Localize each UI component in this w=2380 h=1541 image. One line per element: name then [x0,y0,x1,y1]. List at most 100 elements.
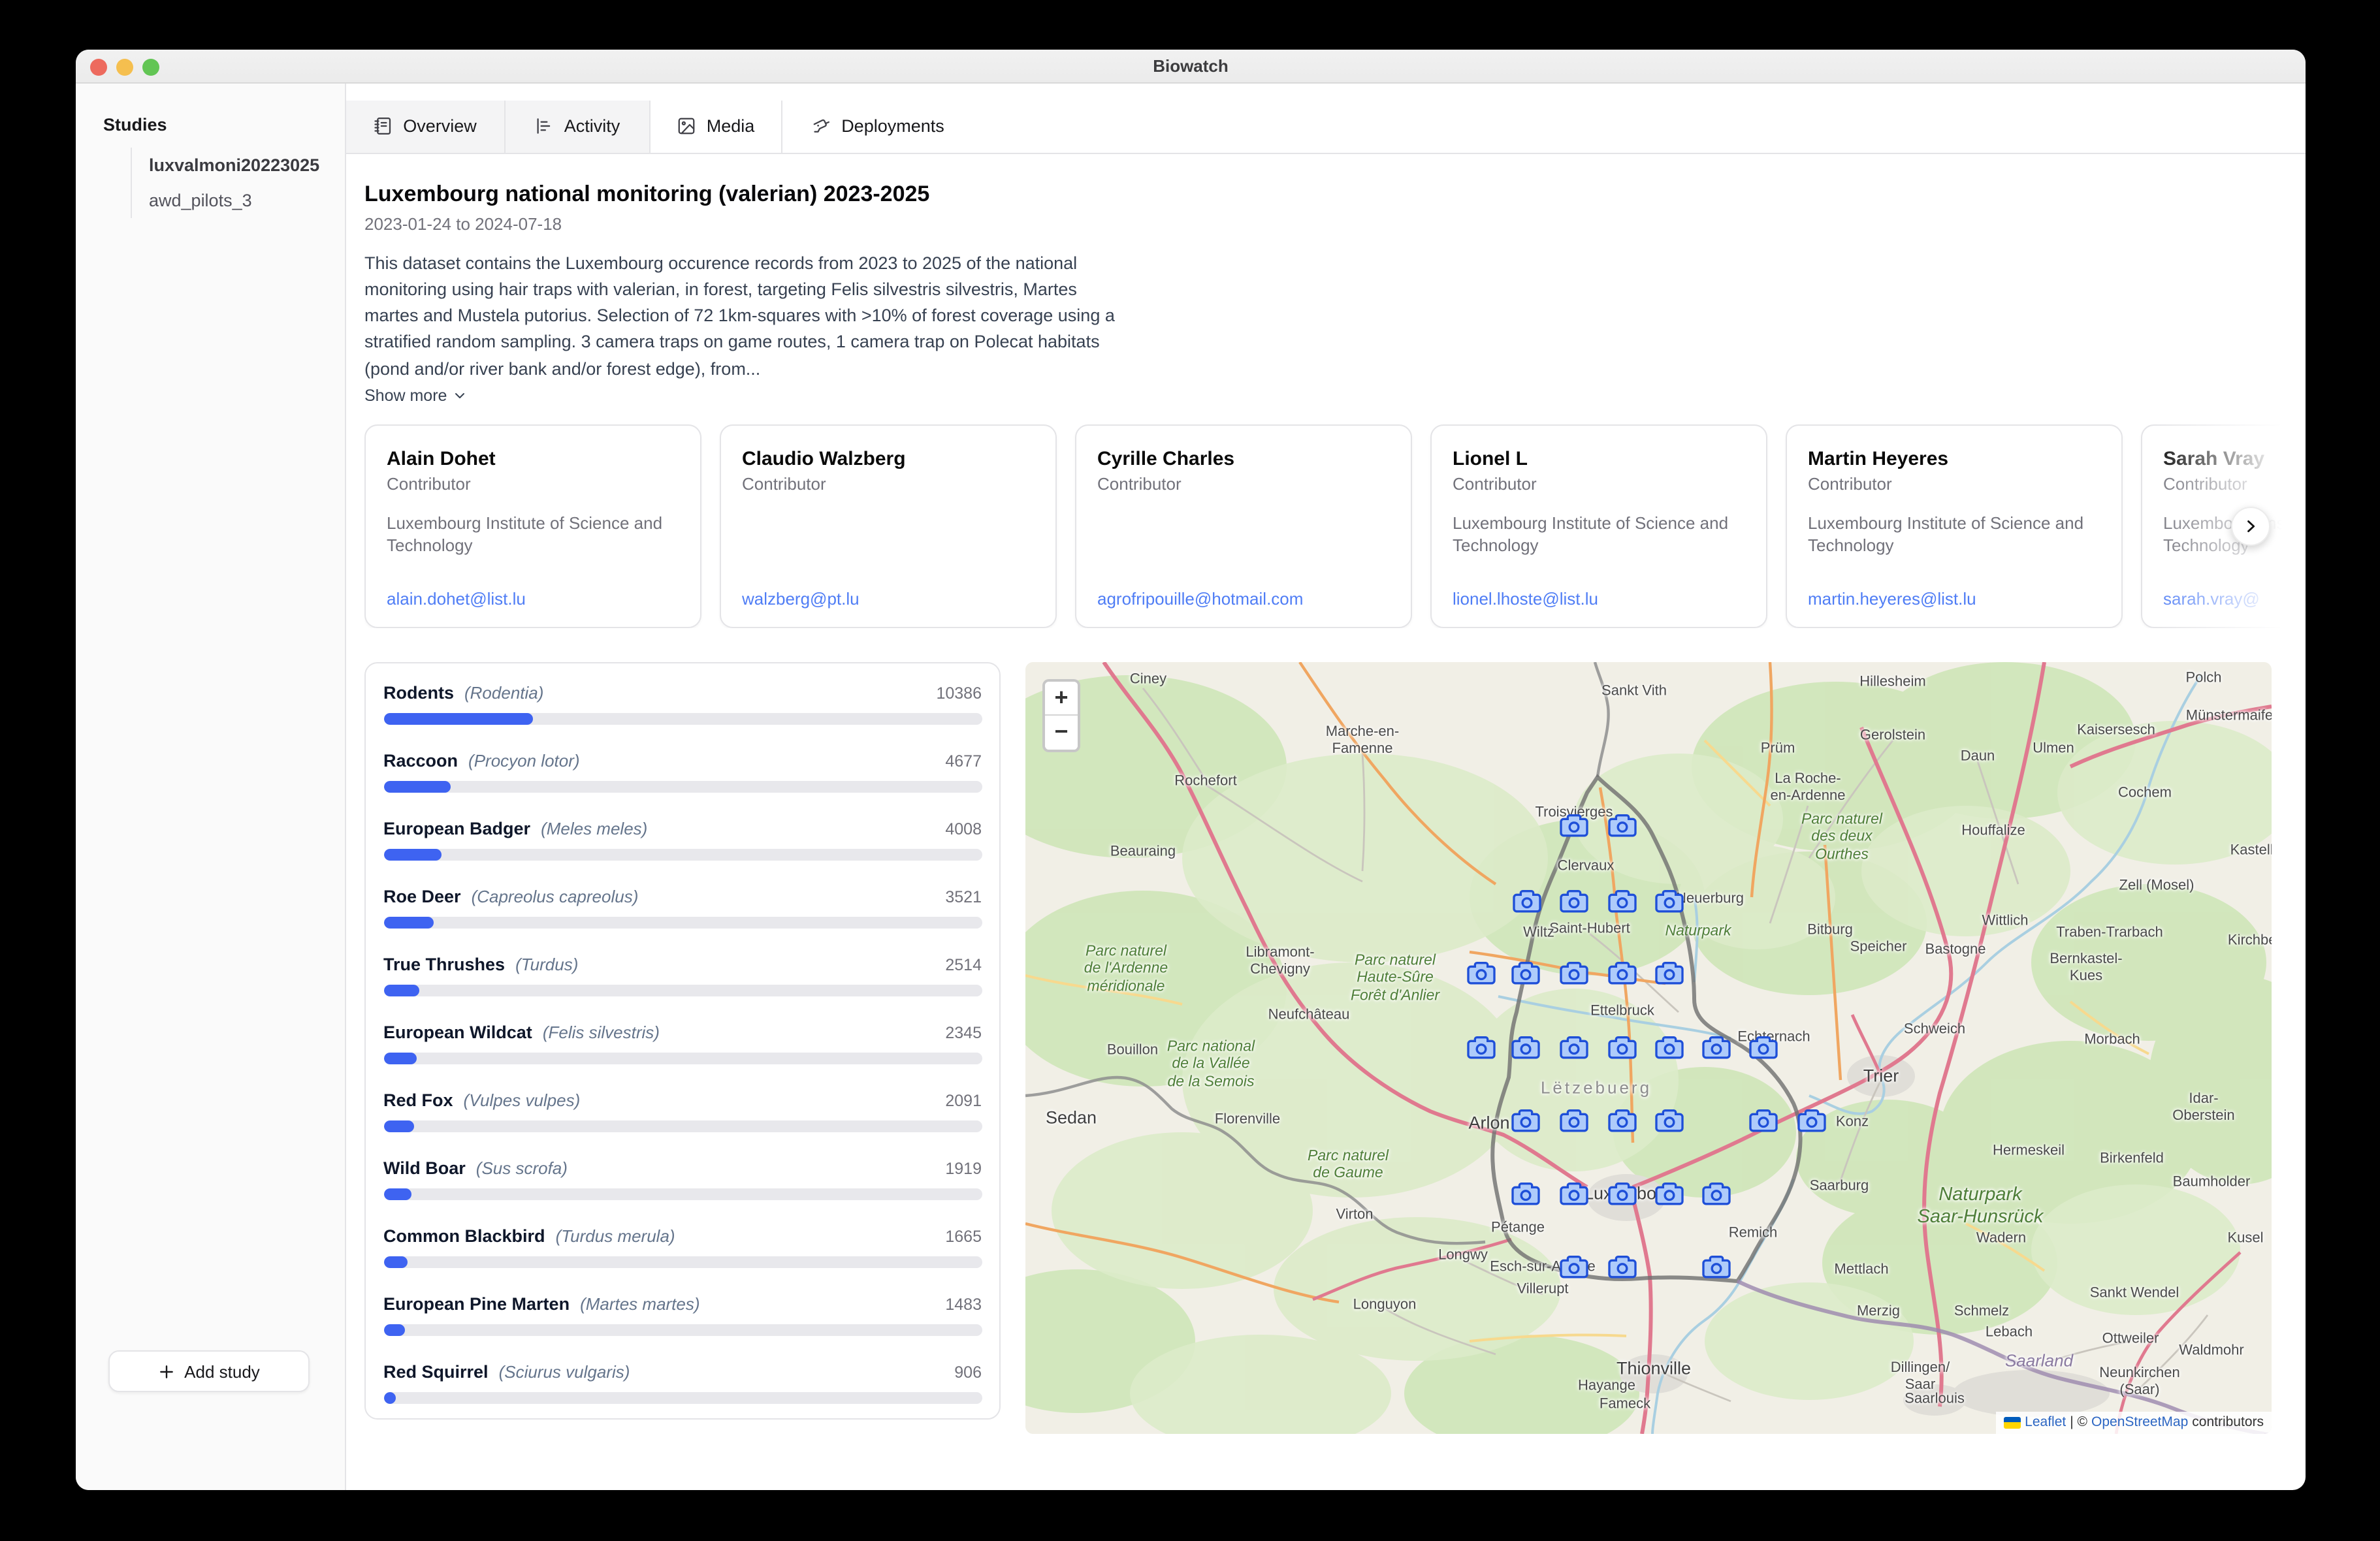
camera-marker-icon[interactable] [1511,960,1540,986]
camera-marker-icon[interactable] [1511,1034,1540,1060]
contributor-email-link[interactable]: sarah.vray@ [2163,589,2306,609]
contributor-role: Contributor [2163,474,2306,494]
contributor-card: Cyrille Charles Contributor agrofripouil… [1075,424,1412,628]
minimize-window-button[interactable] [116,58,133,75]
species-latin-name: (Turdus) [515,955,578,974]
species-row: Roe Deer (Capreolus capreolus) 3521 [383,887,982,955]
species-row: European Wildcat (Felis silvestris) 2345 [383,1023,982,1090]
sidebar-item-study[interactable]: awd_pilots_3 [132,183,344,218]
camera-marker-icon[interactable] [1655,888,1684,914]
camera-marker-icon[interactable] [1560,888,1588,914]
carousel-next-button[interactable] [2231,507,2270,546]
camera-marker-icon[interactable] [1655,1034,1684,1060]
add-study-button[interactable]: Add study [108,1350,310,1392]
camera-marker-icon[interactable] [1702,1034,1731,1060]
species-latin-name: (Turdus merula) [556,1226,675,1246]
contributor-name: Lionel L [1453,448,1745,470]
camera-marker-icon[interactable] [1560,1107,1588,1134]
tab-activity[interactable]: Activity [506,100,650,152]
map-tiles [1025,662,2272,1434]
camera-marker-icon[interactable] [1560,1254,1588,1280]
tab-deployments[interactable]: Deployments [782,100,973,152]
window-title: Biowatch [76,50,2306,84]
camera-marker-icon[interactable] [1608,812,1637,838]
camera-marker-icon[interactable] [1467,1034,1496,1060]
camera-marker-icon[interactable] [1608,1107,1637,1134]
contributor-email-link[interactable]: agrofripouille@hotmail.com [1097,589,1390,609]
camera-marker-icon[interactable] [1608,1254,1637,1280]
camera-marker-icon[interactable] [1749,1034,1778,1060]
contributor-email-link[interactable]: alain.dohet@list.lu [387,589,679,609]
species-common-name: True Thrushes [383,955,505,974]
species-common-name: Red Fox [383,1090,453,1110]
tab-overview[interactable]: Overview [346,100,506,152]
camera-marker-icon[interactable] [1511,1107,1540,1134]
camera-marker-icon[interactable] [1655,1107,1684,1134]
species-common-name: European Wildcat [383,1023,532,1042]
contributor-role: Contributor [1097,474,1390,494]
openstreetmap-link[interactable]: OpenStreetMap [2091,1414,2188,1430]
zoom-in-button[interactable]: + [1045,682,1078,716]
camera-marker-icon[interactable] [1608,1034,1637,1060]
contributor-role: Contributor [387,474,679,494]
camera-marker-icon[interactable] [1560,812,1588,838]
species-latin-name: (Sciurus vulgaris) [499,1362,630,1382]
camera-marker-icon[interactable] [1608,960,1637,986]
cctv-camera-icon [811,116,831,136]
camera-marker-icon[interactable] [1749,1107,1778,1134]
deployments-map[interactable]: CineyMarche-en- FamenneRochefortBeaurain… [1025,662,2272,1434]
species-chart-panel: Rodents (Rodentia) 10386 Raccoon (Procyo… [364,662,1001,1420]
sidebar-heading: Studies [103,115,344,135]
camera-marker-icon[interactable] [1560,960,1588,986]
zoom-out-button[interactable]: − [1045,716,1078,750]
contributor-email-link[interactable]: martin.heyeres@list.lu [1808,589,2100,609]
species-latin-name: (Meles meles) [541,819,647,838]
tab-media[interactable]: Media [650,100,782,152]
species-count: 4008 [945,820,982,838]
main-panel: Overview Activity Media Deployments [346,84,2306,1490]
species-bar-fill [383,1188,411,1200]
sidebar-item-study[interactable]: luxvalmoni20223025 [132,148,344,183]
attribution-suffix: contributors [2192,1414,2264,1430]
study-list: luxvalmoni20223025 awd_pilots_3 [131,148,344,218]
contributor-name: Alain Dohet [387,448,679,470]
leaflet-link[interactable]: Leaflet [2025,1414,2066,1430]
contributor-email-link[interactable]: walzberg@pt.lu [742,589,1035,609]
traffic-lights [90,58,159,75]
contributor-card: Claudio Walzberg Contributor walzberg@pt… [720,424,1057,628]
camera-marker-icon[interactable] [1608,888,1637,914]
camera-marker-icon[interactable] [1513,888,1541,914]
species-bar-track [383,1324,982,1336]
camera-marker-icon[interactable] [1702,1181,1731,1207]
species-row: European Pine Marten (Martes martes) 148… [383,1294,982,1362]
species-latin-name: (Capreolus capreolus) [472,887,639,906]
species-bar-fill [383,985,420,996]
ukraine-flag-icon [2004,1417,2021,1429]
titlebar[interactable]: Biowatch [76,50,2306,84]
camera-marker-icon[interactable] [1702,1254,1731,1280]
species-latin-name: (Martes martes) [580,1294,700,1314]
activity-chart-icon [534,116,554,136]
camera-marker-icon[interactable] [1560,1181,1588,1207]
camera-marker-icon[interactable] [1560,1034,1588,1060]
camera-marker-icon[interactable] [1467,960,1496,986]
camera-marker-icon[interactable] [1655,960,1684,986]
camera-marker-icon[interactable] [1797,1107,1826,1134]
zoom-window-button[interactable] [142,58,159,75]
species-count: 3521 [945,888,982,906]
species-count: 1919 [945,1160,982,1178]
species-row: True Thrushes (Turdus) 2514 [383,955,982,1023]
camera-marker-icon[interactable] [1511,1181,1540,1207]
overview-content: Luxembourg national monitoring (valerian… [346,153,2306,1490]
camera-marker-icon[interactable] [1608,1181,1637,1207]
contributor-email-link[interactable]: lionel.lhoste@list.lu [1453,589,1745,609]
image-icon [677,116,696,136]
show-more-button[interactable]: Show more [364,387,468,405]
species-bar-fill [383,1324,405,1336]
map-attribution: Leaflet | © OpenStreetMap contributors [1996,1412,2272,1434]
close-window-button[interactable] [90,58,107,75]
contributor-card: Sarah Vray Contributor Luxembourg Instit… [2141,424,2306,628]
camera-marker-icon[interactable] [1655,1181,1684,1207]
app-window: Biowatch Studies luxvalmoni20223025 awd_… [76,50,2306,1490]
species-count: 2514 [945,956,982,974]
